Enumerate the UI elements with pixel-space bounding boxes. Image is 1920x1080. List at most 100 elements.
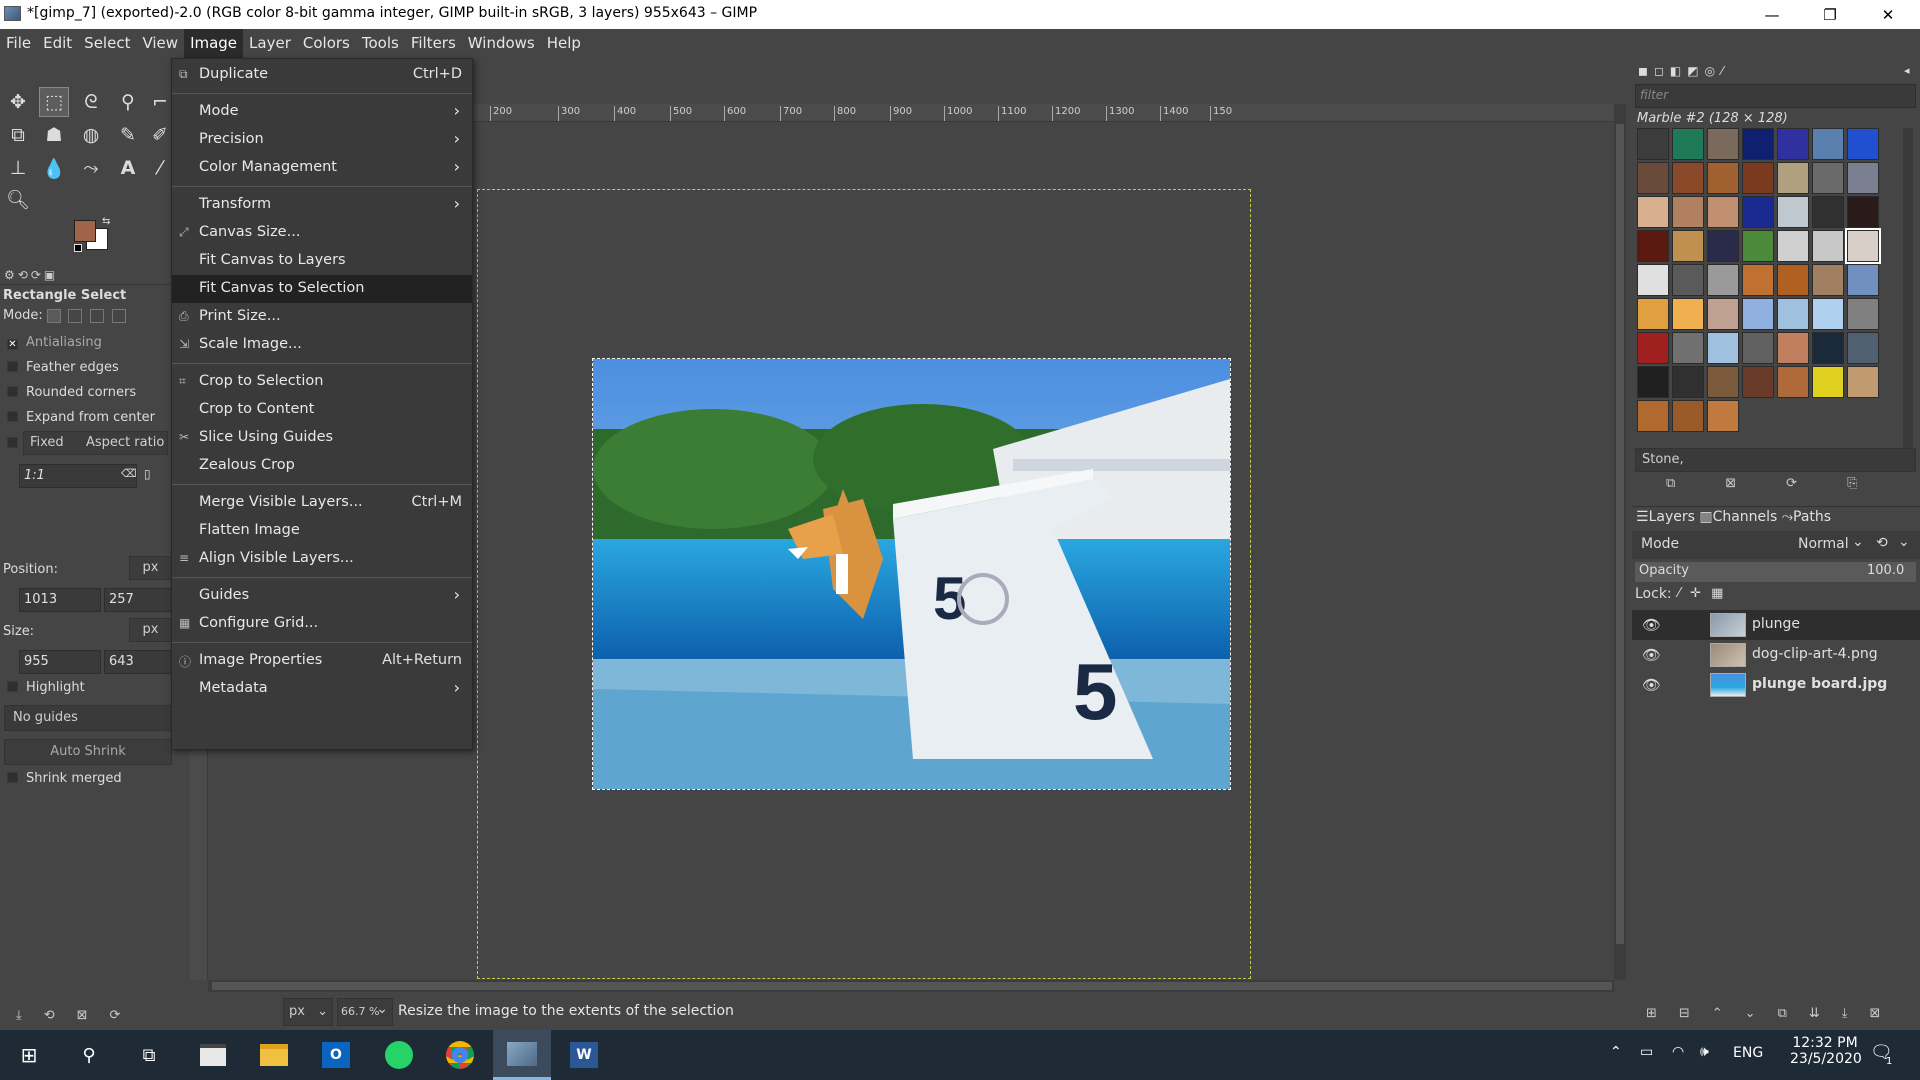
expand-checkbox[interactable] bbox=[7, 411, 18, 422]
pattern-swatch[interactable] bbox=[1742, 196, 1774, 228]
menu-filters[interactable]: Filters bbox=[405, 29, 462, 58]
paintbrush-icon[interactable]: ✎ bbox=[113, 120, 143, 150]
shrink-merged-checkbox[interactable] bbox=[7, 772, 18, 783]
menu-item-zealous-crop[interactable]: Zealous Crop bbox=[172, 452, 472, 480]
mode-subtract-icon[interactable] bbox=[90, 309, 104, 323]
pattern-swatch[interactable] bbox=[1812, 298, 1844, 330]
pattern-swatch[interactable] bbox=[1742, 366, 1774, 398]
layers-tabs[interactable]: ☰Layers ▥Channels ⤳Paths bbox=[1636, 509, 1831, 525]
menu-item-crop-to-selection[interactable]: ⌗ Crop to Selection bbox=[172, 368, 472, 396]
unified-transform-icon[interactable]: ⧉ bbox=[3, 120, 33, 150]
wifi-icon[interactable]: ◠ bbox=[1672, 1044, 1684, 1060]
menu-item-duplicate[interactable]: ⧉ Duplicate Ctrl+D bbox=[172, 61, 472, 89]
pattern-swatch[interactable] bbox=[1742, 332, 1774, 364]
menu-edit[interactable]: Edit bbox=[37, 29, 78, 58]
pattern-swatch[interactable] bbox=[1707, 264, 1739, 296]
pattern-swatch[interactable] bbox=[1637, 264, 1669, 296]
pattern-swatch[interactable] bbox=[1742, 230, 1774, 262]
unit-select[interactable]: px ⌄ bbox=[283, 998, 333, 1026]
antialiasing-option[interactable]: ✕ Antialiasing bbox=[0, 335, 102, 350]
menu-item-color-management[interactable]: Color Management › bbox=[172, 154, 472, 182]
crop-tool-icon[interactable]: ⌐ bbox=[150, 87, 170, 117]
menu-item-merge-visible-layers[interactable]: Merge Visible Layers... Ctrl+M bbox=[172, 489, 472, 517]
pattern-swatch[interactable] bbox=[1812, 196, 1844, 228]
fuzzy-select-tool-icon[interactable]: ⚲ bbox=[113, 87, 143, 117]
layer-name[interactable]: plunge board.jpg bbox=[1752, 676, 1887, 692]
pattern-swatch[interactable] bbox=[1777, 230, 1809, 262]
pattern-swatch[interactable] bbox=[1637, 196, 1669, 228]
menu-help[interactable]: Help bbox=[541, 29, 587, 58]
eye-icon[interactable]: 👁︎ bbox=[1642, 676, 1664, 694]
opacity-slider[interactable]: Opacity 100.0 bbox=[1635, 562, 1916, 582]
image-canvas[interactable]: 5 5 bbox=[592, 358, 1231, 790]
menu-item-precision[interactable]: Precision › bbox=[172, 126, 472, 154]
ratio-input[interactable]: 1:1 bbox=[19, 464, 137, 488]
pattern-swatch[interactable] bbox=[1672, 332, 1704, 364]
volume-icon[interactable]: 🕪︎ bbox=[1700, 1044, 1709, 1060]
whatsapp-button[interactable] bbox=[370, 1030, 428, 1080]
task-view-button[interactable]: ⧉ bbox=[120, 1030, 178, 1080]
pattern-swatch[interactable] bbox=[1812, 366, 1844, 398]
pattern-swatch[interactable] bbox=[1707, 128, 1739, 160]
lock-icons[interactable]: ⁄✛▦ bbox=[1678, 586, 1733, 601]
pattern-swatch[interactable] bbox=[1812, 162, 1844, 194]
paths-tool-icon[interactable]: ⤳ bbox=[76, 153, 106, 183]
pattern-action-icons[interactable]: ⧉⊠⟳⎘ bbox=[1666, 476, 1907, 491]
pattern-swatch[interactable] bbox=[1637, 162, 1669, 194]
pattern-swatch[interactable] bbox=[1672, 128, 1704, 160]
position-y-input[interactable]: 257 bbox=[104, 588, 172, 612]
pattern-grid[interactable] bbox=[1637, 128, 1882, 438]
pattern-swatch[interactable] bbox=[1812, 128, 1844, 160]
pattern-swatch[interactable] bbox=[1672, 298, 1704, 330]
menu-view[interactable]: View bbox=[136, 29, 184, 58]
feather-checkbox[interactable] bbox=[7, 361, 18, 372]
pattern-swatch[interactable] bbox=[1637, 332, 1669, 364]
pattern-swatch[interactable] bbox=[1672, 196, 1704, 228]
pattern-swatch[interactable] bbox=[1672, 264, 1704, 296]
pattern-swatch[interactable] bbox=[1812, 230, 1844, 262]
tab-channels[interactable]: Channels bbox=[1713, 509, 1778, 525]
guides-dropdown[interactable]: No guides bbox=[4, 705, 172, 731]
menu-windows[interactable]: Windows bbox=[462, 29, 541, 58]
minimize-button[interactable]: — bbox=[1743, 0, 1801, 29]
fixed-aspect-dropdown[interactable]: Fixed Aspect ratio bbox=[23, 431, 168, 455]
menu-item-guides[interactable]: Guides › bbox=[172, 582, 472, 610]
pattern-swatch[interactable] bbox=[1742, 264, 1774, 296]
menu-item-canvas-size[interactable]: ⤢ Canvas Size... bbox=[172, 219, 472, 247]
clear-ratio-icon[interactable]: ⌫ bbox=[121, 467, 137, 480]
dock-tabs[interactable]: ◼◻◧◩◎⁄ bbox=[1638, 64, 1729, 78]
menu-image[interactable]: Image bbox=[184, 29, 244, 58]
menu-item-slice-using-guides[interactable]: ✂ Slice Using Guides bbox=[172, 424, 472, 452]
language-indicator[interactable]: ENG bbox=[1733, 1045, 1763, 1061]
word-button[interactable]: W bbox=[555, 1030, 613, 1080]
layer-row[interactable]: 👁︎ dog-clip-art-4.png bbox=[1632, 640, 1920, 670]
pattern-swatch[interactable] bbox=[1637, 298, 1669, 330]
chrome-button[interactable] bbox=[431, 1030, 489, 1080]
layer-name[interactable]: plunge bbox=[1752, 616, 1800, 632]
menu-item-flatten-image[interactable]: Flatten Image bbox=[172, 517, 472, 545]
zoom-tool-icon[interactable]: 🔍︎ bbox=[3, 184, 33, 214]
feather-edges-option[interactable]: Feather edges bbox=[0, 360, 119, 375]
menu-tools[interactable]: Tools bbox=[356, 29, 405, 58]
menu-item-fit-canvas-to-layers[interactable]: Fit Canvas to Layers bbox=[172, 247, 472, 275]
size-h-input[interactable]: 643 bbox=[104, 650, 172, 674]
text-tool-icon[interactable]: A bbox=[113, 153, 143, 183]
clone-tool-icon[interactable]: ⊥ bbox=[3, 153, 33, 183]
rounded-checkbox[interactable] bbox=[7, 386, 18, 397]
pattern-scrollbar[interactable] bbox=[1903, 128, 1913, 448]
fixed-checkbox[interactable] bbox=[7, 437, 18, 448]
horizontal-scrollbar[interactable] bbox=[208, 980, 1614, 992]
start-button[interactable]: ⊞ bbox=[0, 1030, 58, 1080]
menu-item-mode[interactable]: Mode › bbox=[172, 98, 472, 126]
menu-item-transform[interactable]: Transform › bbox=[172, 191, 472, 219]
pattern-swatch[interactable] bbox=[1742, 128, 1774, 160]
composite-icon[interactable]: ⟲ bbox=[1876, 535, 1888, 551]
restore-button[interactable]: ❐ bbox=[1801, 0, 1859, 29]
pattern-filter-input[interactable]: filter bbox=[1635, 84, 1916, 108]
expand-center-option[interactable]: Expand from center bbox=[0, 410, 155, 425]
size-unit-select[interactable]: px bbox=[129, 618, 172, 642]
pattern-swatch[interactable] bbox=[1812, 332, 1844, 364]
mode-add-icon[interactable] bbox=[68, 309, 82, 323]
pattern-swatch[interactable] bbox=[1742, 298, 1774, 330]
eye-icon[interactable]: 👁︎ bbox=[1642, 646, 1664, 664]
